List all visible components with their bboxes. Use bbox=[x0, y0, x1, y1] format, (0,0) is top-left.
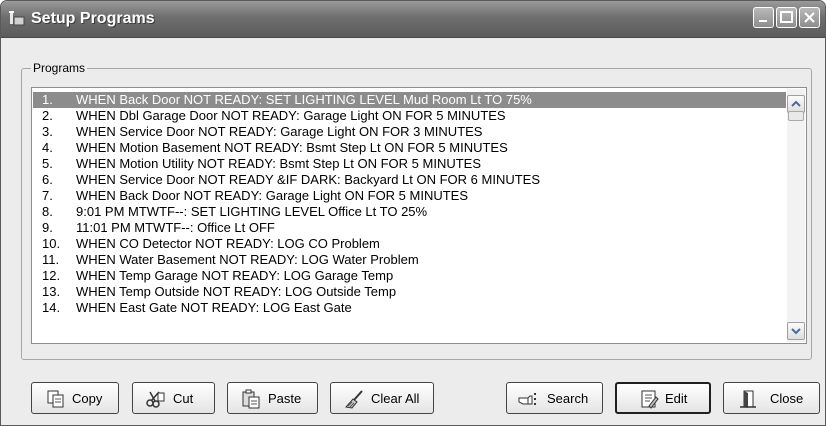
program-text: WHEN Service Door NOT READY: Garage Ligh… bbox=[76, 124, 483, 139]
program-text: WHEN Motion Basement NOT READY: Bsmt Ste… bbox=[76, 140, 508, 155]
program-text: WHEN Temp Outside NOT READY: LOG Outside… bbox=[76, 284, 397, 299]
window-title: Setup Programs bbox=[31, 10, 155, 27]
list-item[interactable]: 2. WHEN Dbl Garage Door NOT READY: Garage… bbox=[33, 108, 786, 124]
paste-button[interactable]: Paste bbox=[227, 382, 318, 414]
program-text: WHEN East Gate NOT READY: LOG East Gate bbox=[76, 300, 352, 315]
list-item[interactable]: 7. WHEN Back Door NOT READY: Garage Light… bbox=[33, 188, 786, 204]
close-icon bbox=[804, 12, 815, 23]
close-label: Close bbox=[770, 391, 804, 406]
list-item[interactable]: 10. WHEN CO Detector NOT READY: LOG CO Pr… bbox=[33, 236, 786, 252]
program-number: 5. bbox=[42, 156, 53, 171]
copy-label: Copy bbox=[72, 391, 103, 406]
app-icon bbox=[9, 11, 25, 26]
clear-all-button[interactable]: Clear All bbox=[330, 382, 434, 414]
program-number: 2. bbox=[42, 108, 53, 123]
clear-all-label: Clear All bbox=[371, 391, 420, 406]
list-item[interactable]: 3. WHEN Service Door NOT READY: Garage Li… bbox=[33, 124, 786, 140]
copy-icon bbox=[47, 390, 64, 408]
paste-icon bbox=[242, 389, 260, 409]
list-item[interactable]: 1. WHEN Back Door NOT READY: SET LIGHTING… bbox=[33, 92, 786, 108]
vertical-scrollbar[interactable] bbox=[787, 89, 805, 342]
door-icon bbox=[740, 390, 756, 408]
program-number: 6. bbox=[42, 172, 53, 187]
program-text: WHEN Back Door NOT READY: Garage Light O… bbox=[76, 188, 469, 203]
program-number: 4. bbox=[42, 140, 53, 155]
programs-listbox[interactable]: 1. WHEN Back Door NOT READY: SET LIGHTING… bbox=[31, 87, 807, 344]
copy-button[interactable]: Copy bbox=[31, 382, 119, 414]
program-text: WHEN Service Door NOT READY &IF DARK: Ba… bbox=[76, 172, 541, 187]
program-text: WHEN CO Detector NOT READY: LOG CO Probl… bbox=[76, 236, 380, 251]
program-text: WHEN Back Door NOT READY: SET LIGHTING L… bbox=[76, 92, 532, 107]
edit-document-icon bbox=[641, 390, 659, 409]
program-text: 11:01 PM MTWTF--: Office Lt OFF bbox=[76, 220, 275, 235]
programs-list: 1. WHEN Back Door NOT READY: SET LIGHTING… bbox=[33, 92, 786, 316]
scroll-down-button[interactable] bbox=[787, 322, 805, 340]
list-item[interactable]: 12. WHEN Temp Garage NOT READY: LOG Garag… bbox=[33, 268, 786, 284]
scissors-icon bbox=[146, 391, 165, 408]
list-item[interactable]: 11. WHEN Water Basement NOT READY: LOG Wa… bbox=[33, 252, 786, 268]
list-item[interactable]: 13. WHEN Temp Outside NOT READY: LOG Outs… bbox=[33, 284, 786, 300]
title-bar[interactable]: Setup Programs bbox=[1, 1, 825, 38]
program-text: WHEN Temp Garage NOT READY: LOG Garage T… bbox=[76, 268, 394, 283]
close-button[interactable]: Close bbox=[723, 382, 820, 414]
broom-icon bbox=[345, 390, 363, 409]
maximize-button[interactable] bbox=[776, 7, 797, 28]
program-text: WHEN Dbl Garage Door NOT READY: Garage L… bbox=[76, 108, 506, 123]
close-window-button[interactable] bbox=[799, 7, 820, 28]
program-number: 14. bbox=[42, 300, 61, 315]
setup-programs-window: Setup Programs Programs 1. WHEN Back Door… bbox=[0, 0, 826, 426]
program-number: 7. bbox=[42, 188, 53, 203]
scroll-thumb[interactable] bbox=[788, 111, 804, 121]
list-item[interactable]: 9. 11:01 PM MTWTF--: Office Lt OFF bbox=[33, 220, 786, 236]
minimize-icon bbox=[759, 20, 767, 22]
program-number: 8. bbox=[42, 204, 53, 219]
program-text: WHEN Motion Utility NOT READY: Bsmt Step… bbox=[76, 156, 481, 171]
paste-label: Paste bbox=[268, 391, 302, 406]
list-item[interactable]: 5. WHEN Motion Utility NOT READY: Bsmt St… bbox=[33, 156, 786, 172]
pointing-hand-icon bbox=[518, 393, 536, 405]
search-button[interactable]: Search bbox=[506, 382, 603, 414]
program-text: WHEN Water Basement NOT READY: LOG Water… bbox=[76, 252, 419, 267]
edit-label: Edit bbox=[665, 391, 688, 406]
minimize-button[interactable] bbox=[753, 7, 774, 28]
programs-group-label: Programs bbox=[31, 61, 88, 75]
program-number: 11. bbox=[42, 252, 60, 267]
cut-label: Cut bbox=[173, 391, 194, 406]
program-number: 10. bbox=[42, 236, 61, 251]
program-number: 12. bbox=[42, 268, 61, 283]
list-item[interactable]: 4. WHEN Motion Basement NOT READY: Bsmt S… bbox=[33, 140, 786, 156]
chevron-up-icon bbox=[791, 100, 801, 107]
maximize-icon bbox=[780, 11, 793, 23]
edit-button[interactable]: Edit bbox=[615, 382, 711, 414]
program-number: 9. bbox=[42, 220, 53, 235]
list-item[interactable]: 14. WHEN East Gate NOT READY: LOG East Ga… bbox=[33, 300, 786, 316]
program-number: 13. bbox=[42, 284, 61, 299]
search-label: Search bbox=[547, 391, 589, 406]
program-number: 1. bbox=[42, 92, 53, 107]
program-number: 3. bbox=[42, 124, 53, 139]
chevron-down-icon bbox=[791, 328, 801, 335]
list-item[interactable]: 8. 9:01 PM MTWTF--: SET LIGHTING LEVEL Of… bbox=[33, 204, 786, 220]
list-item[interactable]: 6. WHEN Service Door NOT READY &IF DARK: … bbox=[33, 172, 786, 188]
cut-button[interactable]: Cut bbox=[132, 382, 215, 414]
program-text: 9:01 PM MTWTF--: SET LIGHTING LEVEL Offi… bbox=[76, 204, 428, 219]
